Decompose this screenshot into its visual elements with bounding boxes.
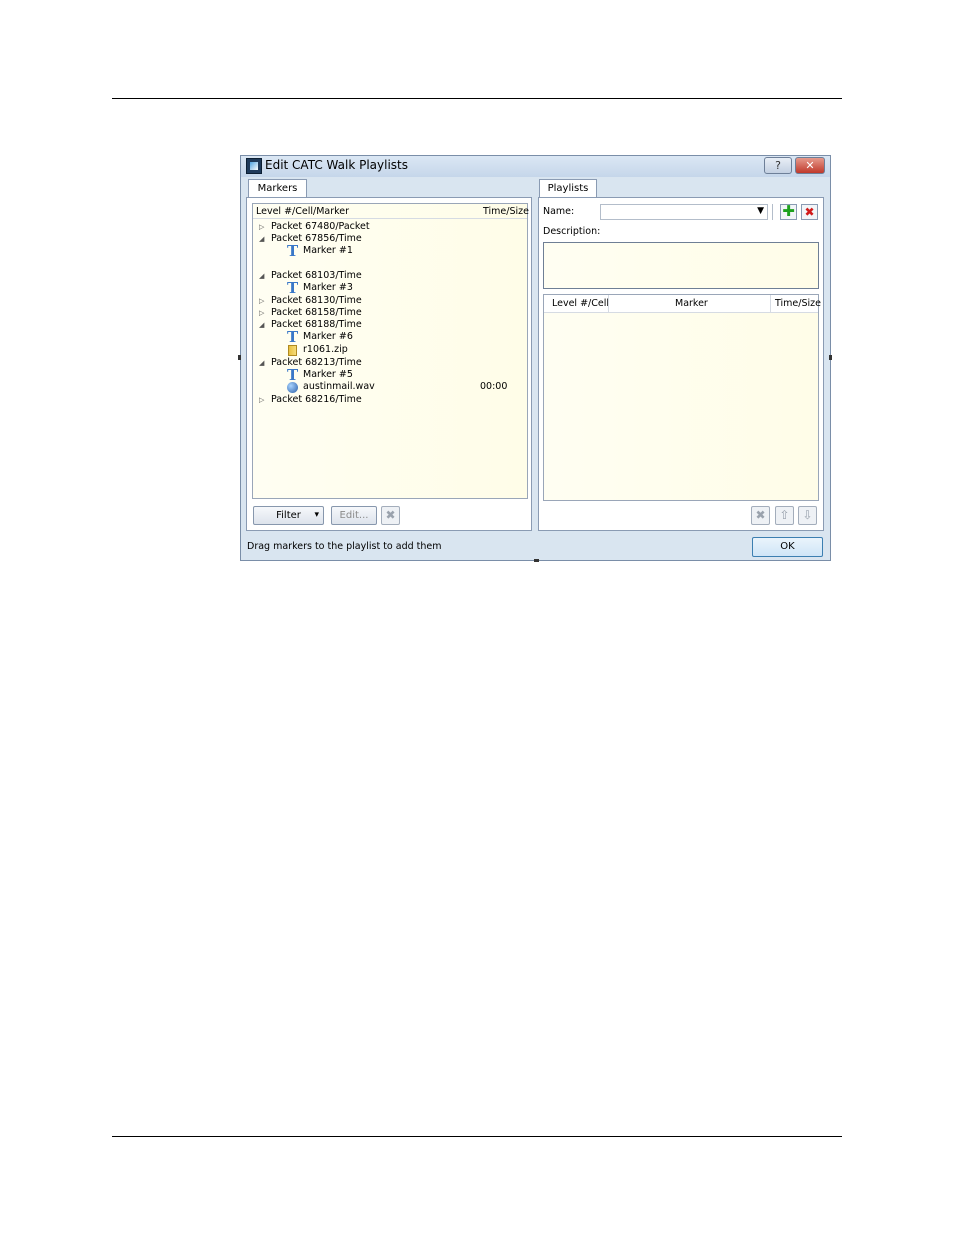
expand-icon[interactable]: ▷	[259, 396, 264, 404]
playlist-items-list[interactable]: Level #/Cell Marker Time/Size	[543, 294, 821, 501]
delete-icon: ✖	[755, 508, 766, 522]
remove-playlist-button[interactable]: ✖	[801, 204, 818, 220]
text-marker-icon: T	[287, 279, 299, 297]
add-playlist-button[interactable]: ✚	[780, 204, 797, 220]
text-marker-icon: T	[287, 366, 299, 384]
status-text: Drag markers to the playlist to add them	[247, 541, 442, 552]
tree-row-label: Marker #5	[303, 369, 353, 380]
name-label: Name:	[543, 206, 575, 217]
close-icon: ✖	[804, 205, 815, 219]
collapse-icon[interactable]: ◢	[259, 359, 264, 367]
tree-row-label: Marker #3	[303, 282, 353, 293]
edit-playlists-dialog: Edit CATC Walk Playlists ? ✕ Markers Lev…	[238, 155, 832, 562]
playlist-name-combo[interactable]: ▼	[600, 204, 768, 220]
column-header-time[interactable]: Time/Size	[775, 298, 821, 309]
toolbar-separator	[772, 204, 773, 220]
arrow-down-icon: ⇩	[802, 508, 813, 522]
column-header-level[interactable]: Level #/Cell/Marker	[256, 206, 349, 217]
tree-row-label: Packet 68216/Time	[271, 394, 362, 405]
column-header-time[interactable]: Time/Size	[483, 206, 529, 217]
arrow-up-icon: ⇧	[779, 508, 790, 522]
collapse-icon[interactable]: ◢	[259, 235, 264, 243]
description-label: Description:	[543, 226, 601, 237]
help-button[interactable]: ?	[764, 157, 792, 174]
list-header: Level #/Cell Marker Time/Size	[544, 295, 821, 313]
plus-icon: ✚	[782, 202, 795, 220]
markers-tree[interactable]: Level #/Cell/Marker Time/Size ▷ Packet 6…	[252, 203, 529, 499]
tree-row-label: r1061.zip	[303, 344, 348, 355]
tree-row-label: Packet 67480/Packet	[271, 221, 370, 232]
title-bar[interactable]: Edit CATC Walk Playlists ? ✕	[241, 156, 830, 177]
resize-handle-bottom[interactable]	[534, 559, 539, 562]
column-separator[interactable]	[770, 295, 771, 313]
resize-handle-left[interactable]	[238, 355, 241, 360]
tree-row-time: 00:00	[480, 381, 508, 392]
text-marker-icon: T	[287, 242, 299, 260]
filter-dropdown-button[interactable]: Filter ▾	[253, 506, 324, 525]
tab-playlists[interactable]: Playlists	[539, 179, 597, 198]
audio-file-icon	[287, 382, 298, 393]
close-button[interactable]: ✕	[795, 157, 825, 174]
description-textarea[interactable]	[543, 242, 819, 289]
page-footer-rule	[112, 1136, 842, 1137]
expand-icon[interactable]: ▷	[259, 309, 264, 317]
markers-panel: Level #/Cell/Marker Time/Size ▷ Packet 6…	[246, 197, 532, 531]
page-header-rule	[112, 98, 842, 99]
filter-label: Filter	[276, 510, 301, 521]
ok-button[interactable]: OK	[752, 537, 823, 557]
column-header-marker[interactable]: Marker	[675, 298, 708, 309]
tree-row-label: Packet 68103/Time	[271, 270, 362, 281]
delete-item-button[interactable]: ✖	[751, 506, 770, 525]
header-divider	[253, 218, 527, 219]
tree-row-label: Marker #6	[303, 331, 353, 342]
move-down-button[interactable]: ⇩	[798, 506, 817, 525]
tree-row-label: Packet 68213/Time	[271, 357, 362, 368]
tree-row-label: Packet 67856/Time	[271, 233, 362, 244]
collapse-icon[interactable]: ◢	[259, 272, 264, 280]
app-icon	[246, 158, 262, 174]
tree-row-label: Packet 68130/Time	[271, 295, 362, 306]
expand-icon[interactable]: ▷	[259, 297, 264, 305]
column-header-level[interactable]: Level #/Cell	[552, 298, 609, 309]
expand-icon[interactable]: ▷	[259, 223, 264, 231]
chevron-down-icon[interactable]: ▼	[757, 206, 764, 216]
tree-row-label: austinmail.wav	[303, 381, 375, 392]
tree-row-label: Packet 68158/Time	[271, 307, 362, 318]
delete-icon: ✖	[385, 508, 396, 522]
zip-file-icon	[288, 345, 297, 356]
column-separator[interactable]	[608, 295, 609, 313]
resize-handle-right[interactable]	[829, 355, 832, 360]
window-title: Edit CATC Walk Playlists	[265, 158, 408, 172]
tree-row-label: Marker #1	[303, 245, 353, 256]
move-up-button[interactable]: ⇧	[775, 506, 794, 525]
delete-marker-button[interactable]: ✖	[381, 506, 400, 525]
collapse-icon[interactable]: ◢	[259, 321, 264, 329]
edit-button[interactable]: Edit...	[331, 506, 377, 525]
tree-row-label: Packet 68188/Time	[271, 319, 362, 330]
tab-markers[interactable]: Markers	[248, 179, 307, 198]
text-marker-icon: T	[287, 328, 299, 346]
chevron-down-icon: ▾	[314, 510, 319, 520]
playlists-panel: Name: ▼ ✚ ✖ Description: Level #/Cell Ma…	[538, 197, 824, 531]
